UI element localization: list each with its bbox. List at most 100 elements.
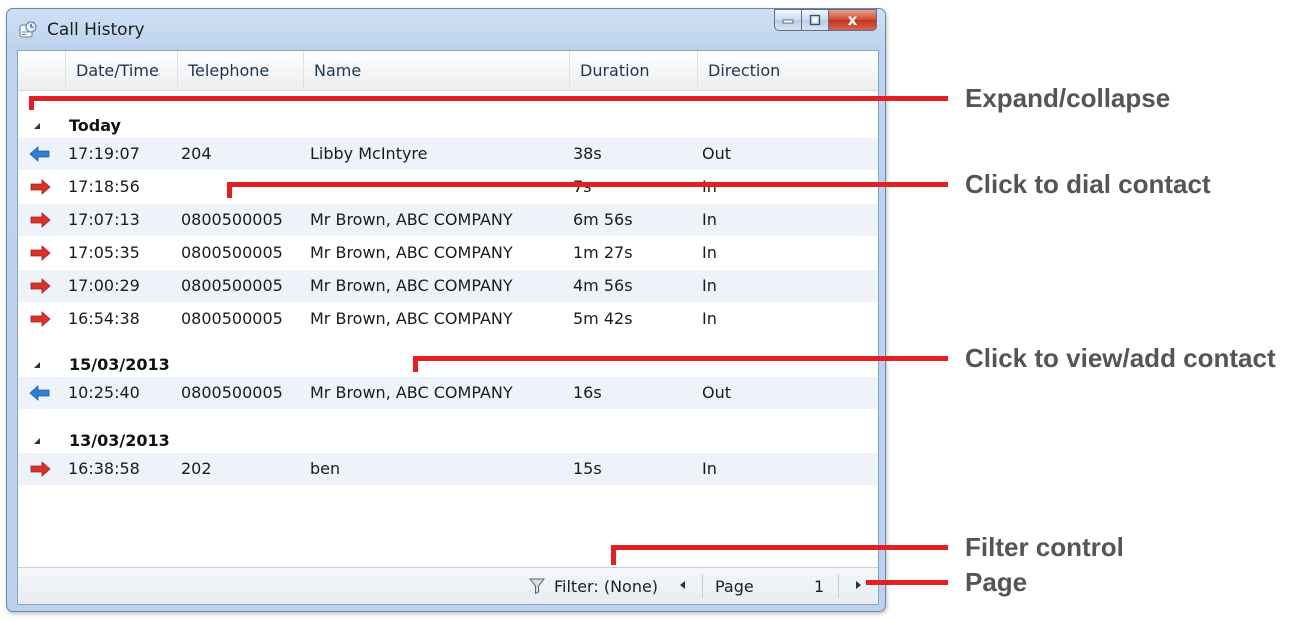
title-bar[interactable]: Call History x: [7, 9, 885, 49]
call-row[interactable]: 10:25:40 0800500005 Mr Brown, ABC COMPANY 1…: [18, 377, 878, 409]
group-label: 13/03/2013: [69, 431, 170, 450]
call-duration: 1m 27s: [573, 243, 633, 262]
callout-line-page: [866, 580, 948, 585]
call-row[interactable]: 16:54:38 0800500005 Mr Brown, ABC COMPANY 5…: [18, 303, 878, 335]
callout-line-expand-collapse-drop: [29, 96, 34, 110]
call-direction: Out: [702, 144, 732, 163]
caption-buttons: x: [774, 9, 877, 31]
telephone-number-link[interactable]: 0800500005: [181, 210, 283, 229]
incoming-arrow-icon: [30, 212, 51, 228]
telephone-number-link[interactable]: 0800500005: [181, 276, 283, 295]
column-header-row: Date/Time Telephone Name Duration Direct…: [18, 51, 878, 91]
call-row[interactable]: 17:00:29 0800500005 Mr Brown, ABC COMPANY 4…: [18, 270, 878, 302]
incoming-arrow-icon: [30, 461, 51, 477]
call-duration: 6m 56s: [573, 210, 633, 229]
callout-line-filter-control-drop: [611, 545, 616, 565]
group-label: 15/03/2013: [69, 355, 170, 374]
group-header[interactable]: Today: [18, 114, 878, 138]
telephone-number-link[interactable]: 0800500005: [181, 383, 283, 402]
callout-line-view-add-contact-drop: [413, 356, 418, 372]
column-header-telephone[interactable]: Telephone: [178, 51, 304, 90]
call-row[interactable]: 16:38:58 202 ben 15s In: [18, 453, 878, 485]
contact-name-link[interactable]: Libby McIntyre: [310, 144, 428, 163]
collapse-triangle-icon[interactable]: [34, 438, 40, 444]
outgoing-arrow-icon: [29, 385, 50, 401]
filter-icon[interactable]: [528, 577, 546, 595]
call-time: 17:00:29: [68, 276, 140, 295]
maximize-button[interactable]: [802, 9, 829, 31]
filter-control[interactable]: Filter: (None): [554, 577, 658, 596]
next-page-icon[interactable]: [853, 576, 863, 594]
column-header-direction[interactable]: Direction: [698, 51, 878, 90]
callout-line-expand-collapse: [29, 96, 948, 101]
column-header-datetime[interactable]: Date/Time: [66, 51, 178, 90]
call-direction: In: [702, 309, 717, 328]
callout-view-add-contact: Click to view/add contact: [965, 343, 1276, 373]
telephone-number-link[interactable]: 0800500005: [181, 243, 283, 262]
call-time: 16:38:58: [68, 459, 140, 478]
call-direction: In: [702, 210, 717, 229]
callout-line-dial-contact-drop: [227, 182, 232, 198]
contact-name-link[interactable]: Mr Brown, ABC COMPANY: [310, 383, 513, 402]
page-label: Page: [715, 577, 754, 596]
minimize-button[interactable]: [774, 9, 802, 31]
collapse-triangle-icon[interactable]: [34, 362, 40, 368]
call-row[interactable]: 17:05:35 0800500005 Mr Brown, ABC COMPANY 1…: [18, 237, 878, 269]
call-time: 16:54:38: [68, 309, 140, 328]
call-duration: 15s: [573, 459, 602, 478]
call-time: 17:18:56: [68, 177, 140, 196]
callout-line-filter-control: [611, 545, 948, 550]
contact-name-link[interactable]: Mr Brown, ABC COMPANY: [310, 243, 513, 262]
call-time: 17:07:13: [68, 210, 140, 229]
telephone-number-link[interactable]: 202: [181, 459, 212, 478]
status-separator: [838, 574, 839, 598]
telephone-number-link[interactable]: 0800500005: [181, 309, 283, 328]
outgoing-arrow-icon: [29, 146, 50, 162]
status-bar: Filter: (None) Page 1: [18, 567, 878, 604]
call-row[interactable]: 17:18:567sIn: [18, 171, 878, 203]
call-duration: 16s: [573, 383, 602, 402]
group-header[interactable]: 13/03/2013: [18, 429, 878, 453]
incoming-arrow-icon: [30, 311, 51, 327]
call-time: 17:05:35: [68, 243, 140, 262]
callout-page: Page: [965, 567, 1028, 597]
call-direction: In: [702, 243, 717, 262]
status-separator: [702, 574, 703, 598]
call-direction: Out: [702, 383, 732, 402]
contact-name-link[interactable]: Mr Brown, ABC COMPANY: [310, 276, 513, 295]
call-direction: In: [702, 276, 717, 295]
minimize-icon: [782, 19, 794, 24]
column-header-icon: [18, 51, 66, 90]
callout-filter-control: Filter control: [965, 532, 1124, 562]
call-row[interactable]: 17:07:13 0800500005 Mr Brown, ABC COMPANY 6…: [18, 204, 878, 236]
call-time: 17:19:07: [68, 144, 140, 163]
call-duration: 5m 42s: [573, 309, 633, 328]
incoming-arrow-icon: [30, 245, 51, 261]
incoming-arrow-icon: [30, 278, 51, 294]
call-list-panel: Date/Time Telephone Name Duration Direct…: [17, 50, 879, 605]
contact-name-link[interactable]: Mr Brown, ABC COMPANY: [310, 210, 513, 229]
collapse-triangle-icon[interactable]: [34, 123, 40, 129]
callout-dial-contact: Click to dial contact: [965, 169, 1211, 199]
group-label: Today: [69, 116, 121, 135]
call-direction: In: [702, 459, 717, 478]
window-title: Call History: [47, 20, 145, 40]
close-icon: x: [847, 11, 858, 29]
callout-line-view-add-contact: [413, 356, 948, 361]
column-header-name[interactable]: Name: [304, 51, 570, 90]
callout-line-dial-contact: [227, 182, 948, 187]
telephone-number-link[interactable]: 204: [181, 144, 212, 163]
call-row[interactable]: 17:19:07 204 Libby McIntyre 38s Out: [18, 138, 878, 170]
maximize-icon: [809, 14, 821, 26]
incoming-arrow-icon: [30, 179, 51, 195]
call-history-app-icon: [19, 21, 37, 38]
previous-page-icon[interactable]: [678, 576, 688, 594]
contact-name-link[interactable]: Mr Brown, ABC COMPANY: [310, 309, 513, 328]
call-duration: 4m 56s: [573, 276, 633, 295]
column-header-duration[interactable]: Duration: [570, 51, 698, 90]
page-number[interactable]: 1: [814, 577, 824, 596]
close-button[interactable]: x: [829, 9, 877, 31]
callout-expand-collapse: Expand/collapse: [965, 83, 1171, 113]
contact-name-link[interactable]: ben: [310, 459, 340, 478]
call-time: 10:25:40: [68, 383, 140, 402]
